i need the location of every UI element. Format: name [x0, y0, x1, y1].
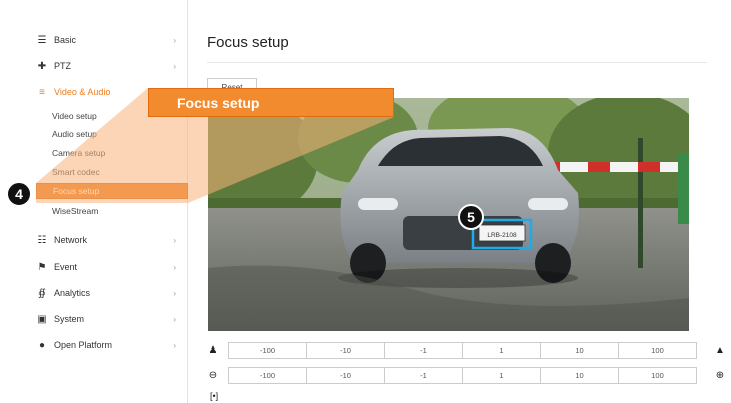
camera-preview[interactable]: LRB-2108: [208, 98, 689, 331]
zoom-step-button[interactable]: -10: [306, 342, 385, 359]
menu-icon: ≡: [39, 86, 45, 98]
chevron-right-icon: ›: [173, 235, 176, 245]
focus-minus-icon: ⊖: [208, 370, 218, 381]
focus-step-button[interactable]: -10: [306, 367, 385, 384]
chevron-right-icon: ›: [173, 288, 176, 298]
sidebar-item-label: PTZ: [54, 61, 71, 71]
sidebar-item-label: Basic: [54, 35, 77, 45]
chevron-right-icon: ›: [173, 35, 176, 45]
zoom-step-button[interactable]: 1: [462, 342, 541, 359]
zoom-step-button[interactable]: -1: [384, 342, 463, 359]
chevron-right-icon: ›: [173, 262, 176, 272]
zoom-step-button[interactable]: 100: [618, 342, 697, 359]
subitem-label: Video setup: [52, 111, 97, 121]
network-icon: ☷: [37, 234, 47, 246]
sidebar-item-network[interactable]: ☷ Network ›: [36, 230, 186, 250]
mountain-icon: ▲: [715, 345, 725, 356]
focus-step-button[interactable]: 10: [540, 367, 619, 384]
subitem-label: WiseStream: [52, 206, 99, 216]
autofocus-icon[interactable]: [•]: [210, 391, 222, 401]
list-icon: ☰: [37, 34, 47, 46]
focus-plus-icon: ⊕: [715, 370, 725, 381]
sidebar-subitem-smart-codec[interactable]: Smart codec: [52, 164, 188, 180]
platform-icon: ●: [38, 339, 46, 351]
chevron-right-icon: ›: [173, 340, 176, 350]
focus-step-buttons: -100 -10 -1 1 10 100: [228, 367, 697, 384]
zoom-control-row: ♟ -100 -10 -1 1 10 100 ▲: [206, 342, 726, 359]
zoom-step-button[interactable]: -100: [228, 342, 307, 359]
sidebar-item-analytics[interactable]: ∯ Analytics ›: [36, 283, 186, 303]
sidebar-subitem-camera-setup[interactable]: Camera setup: [52, 145, 188, 161]
camera-image: LRB-2108: [208, 98, 689, 331]
page-title: Focus setup: [207, 34, 289, 51]
focus-step-button[interactable]: -1: [384, 367, 463, 384]
title-divider: [207, 62, 707, 63]
sidebar-item-label: Analytics: [54, 288, 91, 298]
focus-step-button[interactable]: 100: [618, 367, 697, 384]
subitem-label: Focus setup: [53, 186, 100, 196]
sidebar-subitem-audio-setup[interactable]: Audio setup: [52, 126, 188, 142]
sidebar-subitem-focus-setup[interactable]: Focus setup: [36, 183, 188, 199]
zoom-step-button[interactable]: 10: [540, 342, 619, 359]
event-icon: ⚑: [37, 261, 47, 273]
chevron-right-icon: ›: [173, 314, 176, 324]
sidebar-item-open-platform[interactable]: ● Open Platform ›: [36, 335, 186, 355]
focus-step-button[interactable]: 1: [462, 367, 541, 384]
sidebar-item-label: Open Platform: [54, 340, 113, 350]
sidebar-item-label: Network: [54, 235, 88, 245]
step-5-badge: 5: [458, 204, 484, 230]
step-4-badge: 4: [6, 181, 32, 207]
subitem-label: Smart codec: [52, 167, 100, 177]
system-icon: ▣: [37, 313, 47, 325]
analytics-icon: ∯: [38, 287, 46, 299]
sidebar-item-basic[interactable]: ☰ Basic ›: [36, 30, 186, 50]
person-icon: ♟: [208, 345, 218, 356]
sidebar-item-system[interactable]: ▣ System ›: [36, 309, 186, 329]
move-icon: ✚: [37, 60, 47, 72]
sidebar-item-label: System: [54, 314, 85, 324]
callout-label: Focus setup: [148, 88, 394, 117]
subitem-label: Camera setup: [52, 148, 106, 158]
sidebar-item-ptz[interactable]: ✚ PTZ ›: [36, 56, 186, 76]
zoom-step-buttons: -100 -10 -1 1 10 100: [228, 342, 697, 359]
chevron-right-icon: ›: [173, 61, 176, 71]
focus-step-button[interactable]: -100: [228, 367, 307, 384]
sidebar-subitem-wisestream[interactable]: WiseStream: [52, 203, 188, 219]
subitem-label: Audio setup: [52, 129, 97, 139]
sidebar-item-event[interactable]: ⚑ Event ›: [36, 257, 186, 277]
sidebar-item-label: Event: [54, 262, 78, 272]
license-plate-text: LRB-2108: [487, 232, 517, 239]
focus-control-row: ⊖ -100 -10 -1 1 10 100 ⊕: [206, 367, 726, 384]
